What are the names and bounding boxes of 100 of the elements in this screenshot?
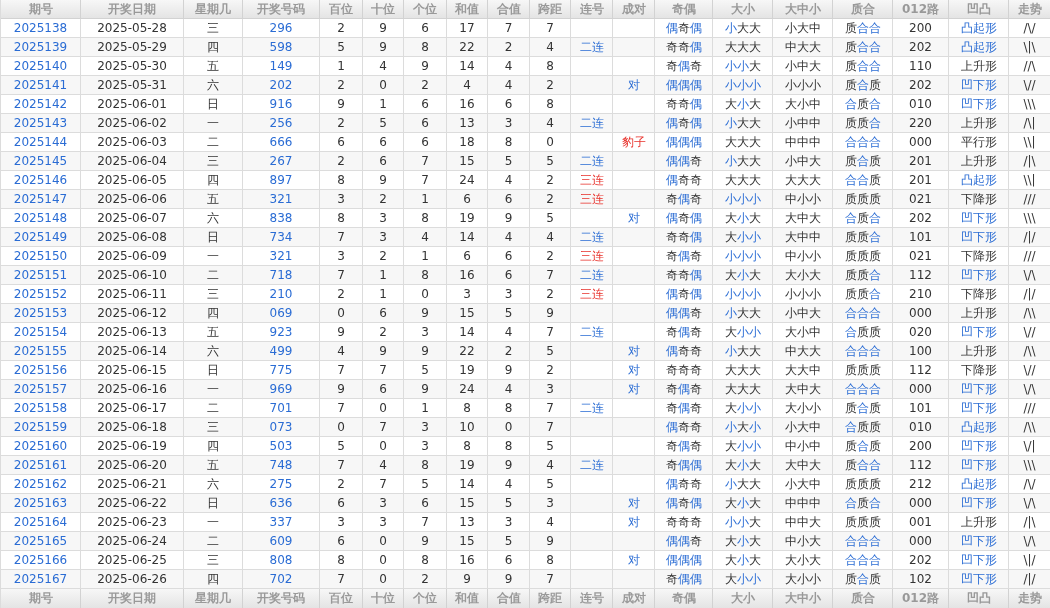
table-cell: 小小小 <box>713 190 773 209</box>
issue-link[interactable]: 2025159 <box>1 418 81 437</box>
table-cell: 偶偶奇 <box>655 532 713 551</box>
column-footer: 星期几 <box>184 589 243 608</box>
issue-link[interactable]: 2025165 <box>1 532 81 551</box>
table-cell: 16 <box>447 551 488 570</box>
issue-link[interactable]: 2025164 <box>1 513 81 532</box>
column-header: 十位 <box>363 0 404 19</box>
table-cell: 201 <box>893 152 949 171</box>
issue-link[interactable]: 2025167 <box>1 570 81 589</box>
issue-link[interactable]: 2025158 <box>1 399 81 418</box>
issue-link[interactable]: 2025166 <box>1 551 81 570</box>
table-cell: 001 <box>893 513 949 532</box>
table-cell: 凸起形 <box>949 475 1009 494</box>
issue-link[interactable]: 2025141 <box>1 76 81 95</box>
table-cell: 321 <box>243 247 320 266</box>
table-cell: 大小小 <box>713 228 773 247</box>
issue-link[interactable]: 2025156 <box>1 361 81 380</box>
issue-link[interactable]: 2025163 <box>1 494 81 513</box>
table-cell: 0 <box>363 399 404 418</box>
issue-link[interactable]: 2025146 <box>1 171 81 190</box>
table-cell: 2025-06-18 <box>81 418 184 437</box>
table-cell: 8 <box>320 551 363 570</box>
issue-link[interactable]: 2025142 <box>1 95 81 114</box>
issue-link[interactable]: 2025145 <box>1 152 81 171</box>
table-cell: 000 <box>893 532 949 551</box>
issue-link[interactable]: 2025147 <box>1 190 81 209</box>
table-cell: 14 <box>447 475 488 494</box>
table-cell: 上升形 <box>949 152 1009 171</box>
table-cell: 小小小 <box>713 285 773 304</box>
table-cell: 3 <box>404 437 447 456</box>
table-cell: 101 <box>893 399 949 418</box>
table-cell: 210 <box>243 285 320 304</box>
table-cell: 701 <box>243 399 320 418</box>
issue-link[interactable]: 2025148 <box>1 209 81 228</box>
table-cell: 二连 <box>571 38 613 57</box>
table-cell: 凹下形 <box>949 456 1009 475</box>
issue-link[interactable]: 2025151 <box>1 266 81 285</box>
issue-link[interactable]: 2025157 <box>1 380 81 399</box>
table-cell: 19 <box>447 209 488 228</box>
table-cell: 奇偶偶 <box>655 570 713 589</box>
issue-link[interactable]: 2025149 <box>1 228 81 247</box>
table-cell: 对 <box>613 380 655 399</box>
table-cell: 14 <box>447 57 488 76</box>
column-footer: 合值 <box>488 589 530 608</box>
table-cell: 17 <box>447 19 488 38</box>
table-cell: 210 <box>893 285 949 304</box>
table-cell: 凸起形 <box>949 418 1009 437</box>
table-cell: 000 <box>893 494 949 513</box>
issue-link[interactable]: 2025155 <box>1 342 81 361</box>
table-cell: 偶奇奇 <box>655 342 713 361</box>
table-cell: 质质质 <box>833 513 893 532</box>
issue-link[interactable]: 2025153 <box>1 304 81 323</box>
table-cell: 小中大 <box>773 57 833 76</box>
table-cell: 7 <box>404 152 447 171</box>
table-cell: 小小小 <box>713 247 773 266</box>
table-cell: 六 <box>184 342 243 361</box>
table-cell: 5 <box>488 152 530 171</box>
table-cell: 日 <box>184 228 243 247</box>
table-cell: 7 <box>320 399 363 418</box>
table-cell: 499 <box>243 342 320 361</box>
table-cell: 凹下形 <box>949 228 1009 247</box>
table-cell: 三 <box>184 19 243 38</box>
table-cell: 201 <box>893 171 949 190</box>
table-cell: 5 <box>530 437 571 456</box>
table-cell: 中小大 <box>773 532 833 551</box>
table-cell: 质合质 <box>833 570 893 589</box>
issue-link[interactable]: 2025160 <box>1 437 81 456</box>
table-cell: 2 <box>530 171 571 190</box>
table-cell: 二连 <box>571 323 613 342</box>
issue-link[interactable]: 2025140 <box>1 57 81 76</box>
issue-link[interactable]: 2025139 <box>1 38 81 57</box>
table-cell: 2025-06-16 <box>81 380 184 399</box>
table-cell: 四 <box>184 437 243 456</box>
table-cell: 7 <box>530 399 571 418</box>
table-cell: 4 <box>488 475 530 494</box>
issue-link[interactable]: 2025150 <box>1 247 81 266</box>
table-cell: 平行形 <box>949 133 1009 152</box>
table-cell: 9 <box>447 570 488 589</box>
issue-link[interactable]: 2025154 <box>1 323 81 342</box>
table-cell: 4 <box>404 228 447 247</box>
issue-link[interactable]: 2025162 <box>1 475 81 494</box>
table-cell: 1 <box>404 190 447 209</box>
table-cell: 大小小 <box>773 570 833 589</box>
issue-link[interactable]: 2025144 <box>1 133 81 152</box>
table-cell: 718 <box>243 266 320 285</box>
column-footer: 大小 <box>713 589 773 608</box>
table-cell: 0 <box>320 418 363 437</box>
issue-link[interactable]: 2025143 <box>1 114 81 133</box>
table-cell: 9 <box>488 570 530 589</box>
table-cell: 日 <box>184 361 243 380</box>
table-cell: 中中中 <box>773 133 833 152</box>
issue-link[interactable]: 2025138 <box>1 19 81 38</box>
table-cell: 大小小 <box>713 437 773 456</box>
table-cell: 775 <box>243 361 320 380</box>
issue-link[interactable]: 2025161 <box>1 456 81 475</box>
table-cell: 二连 <box>571 266 613 285</box>
table-cell: 2 <box>488 38 530 57</box>
issue-link[interactable]: 2025152 <box>1 285 81 304</box>
table-cell: 7 <box>363 475 404 494</box>
